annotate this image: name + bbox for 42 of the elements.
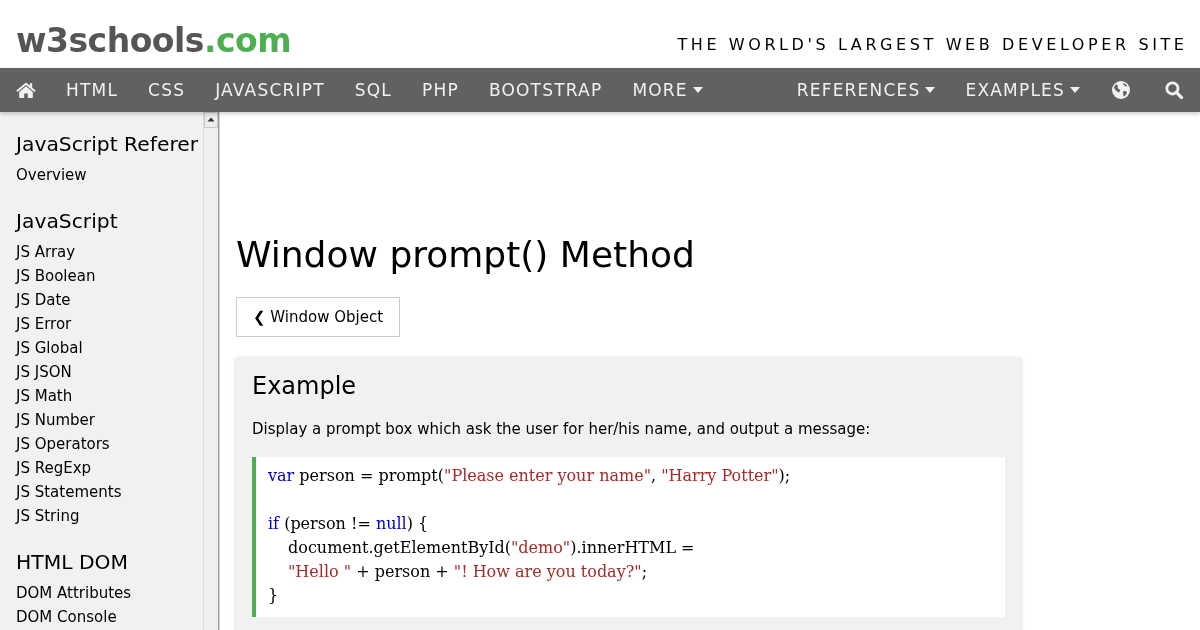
code-line: document.getElementById("demo").innerHTML =	[287, 537, 695, 559]
sidebar-link[interactable]: JS Boolean	[16, 264, 203, 288]
sidebar-link[interactable]: JS Operators	[16, 432, 203, 456]
sidebar-heading: JavaScript Referer	[16, 131, 200, 158]
sidebar-link[interactable]: JS Error	[16, 312, 203, 336]
tagline: THE WORLD'S LARGEST WEB DEVELOPER SITE	[677, 35, 1188, 55]
sidebar-link[interactable]: JS RegExp	[16, 456, 203, 480]
nav-link[interactable]: EXAMPLES	[950, 68, 1095, 112]
nav-link[interactable]: SQL	[339, 68, 407, 112]
sidebar-link[interactable]: DOM Attributes	[16, 581, 203, 605]
sidebar-heading: JavaScript	[16, 208, 119, 235]
nav-link[interactable]: BOOTSTRAP	[473, 68, 618, 112]
sidebar-link[interactable]: JS Statements	[16, 480, 203, 504]
code-line: }	[268, 585, 279, 607]
nav-link[interactable]: PHP	[407, 68, 474, 112]
sidebar-link[interactable]: JS Number	[16, 408, 203, 432]
globe-icon[interactable]	[1112, 81, 1130, 99]
sidebar-link[interactable]: JS JSON	[16, 360, 203, 384]
nav-link[interactable]: REFERENCES	[781, 68, 951, 112]
sidebar-heading: HTML DOM	[16, 549, 129, 576]
back-button[interactable]: ❮ Window Object	[236, 297, 401, 337]
nav-link[interactable]: MORE	[617, 68, 718, 112]
example-description: Display a prompt box which ask the user for her/his name, and output a message:	[252, 419, 872, 440]
page-title: Window prompt() Method	[236, 233, 696, 277]
nav-link[interactable]: CSS	[133, 68, 201, 112]
home-icon[interactable]	[16, 82, 36, 98]
sidebar-link[interactable]: JS String	[16, 504, 203, 528]
example-heading: Example	[252, 372, 358, 401]
scrollbar[interactable]	[203, 112, 219, 630]
sidebar-link[interactable]: Overview	[16, 163, 203, 187]
sidebar-link[interactable]: JS Array	[16, 240, 203, 264]
sidebar-link[interactable]: JS Global	[16, 336, 203, 360]
sidebar-link[interactable]: DOM Console	[16, 605, 203, 629]
code-line: if (person != null) {	[268, 513, 429, 535]
sidebar-link[interactable]: JS Date	[16, 288, 203, 312]
sidebar-link[interactable]: JS Math	[16, 384, 203, 408]
code-line: var person = prompt("Please enter your name", "Harry Potter");	[268, 465, 791, 487]
nav-link[interactable]: HTML	[51, 68, 134, 112]
nav-link[interactable]: JAVASCRIPT	[200, 68, 340, 112]
logo[interactable]: w3schools.com	[16, 21, 292, 61]
search-icon[interactable]	[1165, 81, 1183, 99]
code-line: "Hello " + person + "! How are you today?";	[287, 561, 648, 583]
